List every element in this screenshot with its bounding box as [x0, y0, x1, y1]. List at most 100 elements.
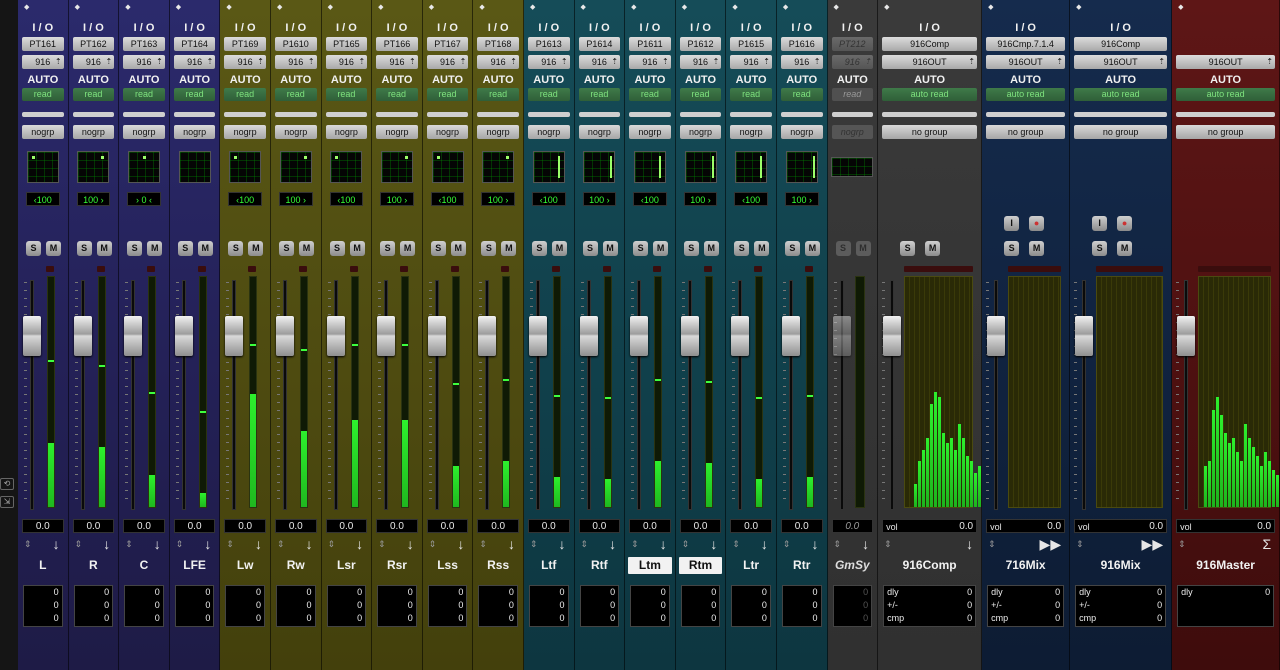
- volume-value[interactable]: vol 0.0: [986, 519, 1066, 533]
- output-selector[interactable]: 916 ⇡: [376, 55, 418, 69]
- output-selector[interactable]: 916 ⇡: [578, 55, 621, 69]
- pan-value[interactable]: ‹100: [228, 192, 262, 206]
- automation-mode-button[interactable]: read: [274, 88, 317, 101]
- group-selector[interactable]: nogrp: [72, 125, 115, 139]
- solo-button[interactable]: S: [430, 241, 446, 256]
- volume-fader[interactable]: [630, 316, 649, 356]
- pan-value[interactable]: ‹100: [26, 192, 60, 206]
- track-name[interactable]: Rtf: [578, 557, 622, 574]
- insert-bar[interactable]: [224, 112, 266, 117]
- strip-expand-icon[interactable]: ◆: [226, 3, 231, 11]
- automation-mode-button[interactable]: read: [173, 88, 216, 101]
- input-selector[interactable]: PT163: [123, 37, 165, 51]
- pan-display[interactable]: [735, 151, 768, 183]
- insert-bar[interactable]: [578, 112, 621, 117]
- pan-value[interactable]: ‹100: [633, 192, 667, 206]
- mute-button[interactable]: M: [703, 241, 719, 256]
- solo-button[interactable]: S: [278, 241, 294, 256]
- automation-mode-button[interactable]: read: [224, 88, 266, 101]
- track-name[interactable]: Lw: [223, 557, 267, 574]
- solo-button[interactable]: S: [900, 241, 916, 256]
- track-name[interactable]: 916Comp: [881, 557, 978, 574]
- group-selector[interactable]: no group: [882, 125, 978, 139]
- solo-button[interactable]: S: [734, 241, 750, 256]
- insert-bar[interactable]: [1176, 112, 1276, 117]
- solo-button[interactable]: S: [481, 241, 497, 256]
- mute-button[interactable]: M: [501, 241, 517, 256]
- output-selector[interactable]: 916 ⇡: [123, 55, 165, 69]
- group-selector[interactable]: nogrp: [730, 125, 772, 139]
- volume-value[interactable]: 0.0: [578, 519, 621, 533]
- track-name[interactable]: Ltf: [527, 557, 571, 574]
- mute-button[interactable]: M: [925, 241, 941, 256]
- volume-fader[interactable]: [124, 316, 143, 356]
- output-selector[interactable]: 916 ⇡: [274, 55, 317, 69]
- pan-value[interactable]: ‹100: [430, 192, 465, 206]
- solo-button[interactable]: S: [329, 241, 345, 256]
- automation-mode-button[interactable]: read: [376, 88, 418, 101]
- mute-button[interactable]: M: [754, 241, 770, 256]
- solo-button[interactable]: S: [1004, 241, 1020, 256]
- automation-mode-button[interactable]: auto read: [882, 88, 978, 101]
- strip-expand-icon[interactable]: ◆: [581, 3, 586, 11]
- output-selector[interactable]: 916OUT ⇡: [986, 55, 1066, 69]
- pan-display[interactable]: [684, 151, 717, 183]
- input-selector[interactable]: PT164: [173, 37, 216, 51]
- strip-expand-icon[interactable]: ◆: [378, 3, 383, 11]
- track-name[interactable]: L: [21, 557, 65, 574]
- group-selector[interactable]: nogrp: [22, 125, 64, 139]
- input-selector[interactable]: 916Comp: [882, 37, 978, 51]
- pan-value[interactable]: 100 ›: [784, 192, 819, 206]
- track-name[interactable]: C: [122, 557, 166, 574]
- input-selector[interactable]: PT168: [477, 37, 519, 51]
- group-selector[interactable]: nogrp: [123, 125, 165, 139]
- automation-mode-button[interactable]: read: [426, 88, 469, 101]
- volume-value[interactable]: 0.0: [72, 519, 115, 533]
- volume-fader[interactable]: [781, 316, 800, 356]
- mute-button[interactable]: M: [602, 241, 618, 256]
- output-selector[interactable]: 916 ⇡: [72, 55, 115, 69]
- record-arm-button[interactable]: ●: [1029, 216, 1045, 231]
- group-selector[interactable]: nogrp: [527, 125, 570, 139]
- input-selector[interactable]: PT212: [831, 37, 874, 51]
- volume-fader[interactable]: [528, 316, 547, 356]
- output-selector[interactable]: 916 ⇡: [22, 55, 64, 69]
- group-selector[interactable]: nogrp: [477, 125, 519, 139]
- solo-button[interactable]: S: [531, 241, 547, 256]
- solo-button[interactable]: S: [1092, 241, 1108, 256]
- output-selector[interactable]: 916OUT ⇡: [1074, 55, 1168, 69]
- pan-display[interactable]: [380, 151, 413, 183]
- strip-expand-icon[interactable]: ◆: [24, 3, 29, 11]
- track-name[interactable]: Rtm: [678, 557, 723, 574]
- volume-fader[interactable]: [478, 316, 497, 356]
- volume-value[interactable]: 0.0: [173, 519, 216, 533]
- volume-fader[interactable]: [275, 316, 294, 356]
- volume-value[interactable]: 0.0: [376, 519, 418, 533]
- insert-bar[interactable]: [679, 112, 722, 117]
- group-selector[interactable]: nogrp: [831, 125, 874, 139]
- pan-display[interactable]: [785, 151, 818, 183]
- volume-value[interactable]: 0.0: [426, 519, 469, 533]
- mute-button[interactable]: M: [1117, 241, 1133, 256]
- strip-expand-icon[interactable]: ◆: [783, 3, 788, 11]
- input-selector[interactable]: PT166: [376, 37, 418, 51]
- strip-expand-icon[interactable]: ◆: [530, 3, 535, 11]
- output-selector[interactable]: 916OUT ⇡: [1176, 55, 1276, 69]
- output-selector[interactable]: 916 ⇡: [426, 55, 469, 69]
- mute-button[interactable]: M: [147, 241, 163, 256]
- strip-expand-icon[interactable]: ◆: [1178, 3, 1183, 11]
- volume-fader[interactable]: [883, 316, 902, 356]
- solo-button[interactable]: S: [127, 241, 143, 256]
- solo-button[interactable]: S: [228, 241, 244, 256]
- resize-icon[interactable]: ⇲: [0, 496, 14, 508]
- track-name[interactable]: LFE: [173, 557, 217, 574]
- pan-display[interactable]: [532, 151, 565, 183]
- mute-button[interactable]: M: [96, 241, 112, 256]
- insert-bar[interactable]: [426, 112, 469, 117]
- input-selector[interactable]: P1615: [730, 37, 772, 51]
- input-selector[interactable]: PT169: [224, 37, 266, 51]
- track-name[interactable]: 716Mix: [985, 557, 1066, 574]
- volume-fader[interactable]: [832, 316, 851, 356]
- pan-value[interactable]: ‹100: [329, 192, 364, 206]
- mute-button[interactable]: M: [804, 241, 820, 256]
